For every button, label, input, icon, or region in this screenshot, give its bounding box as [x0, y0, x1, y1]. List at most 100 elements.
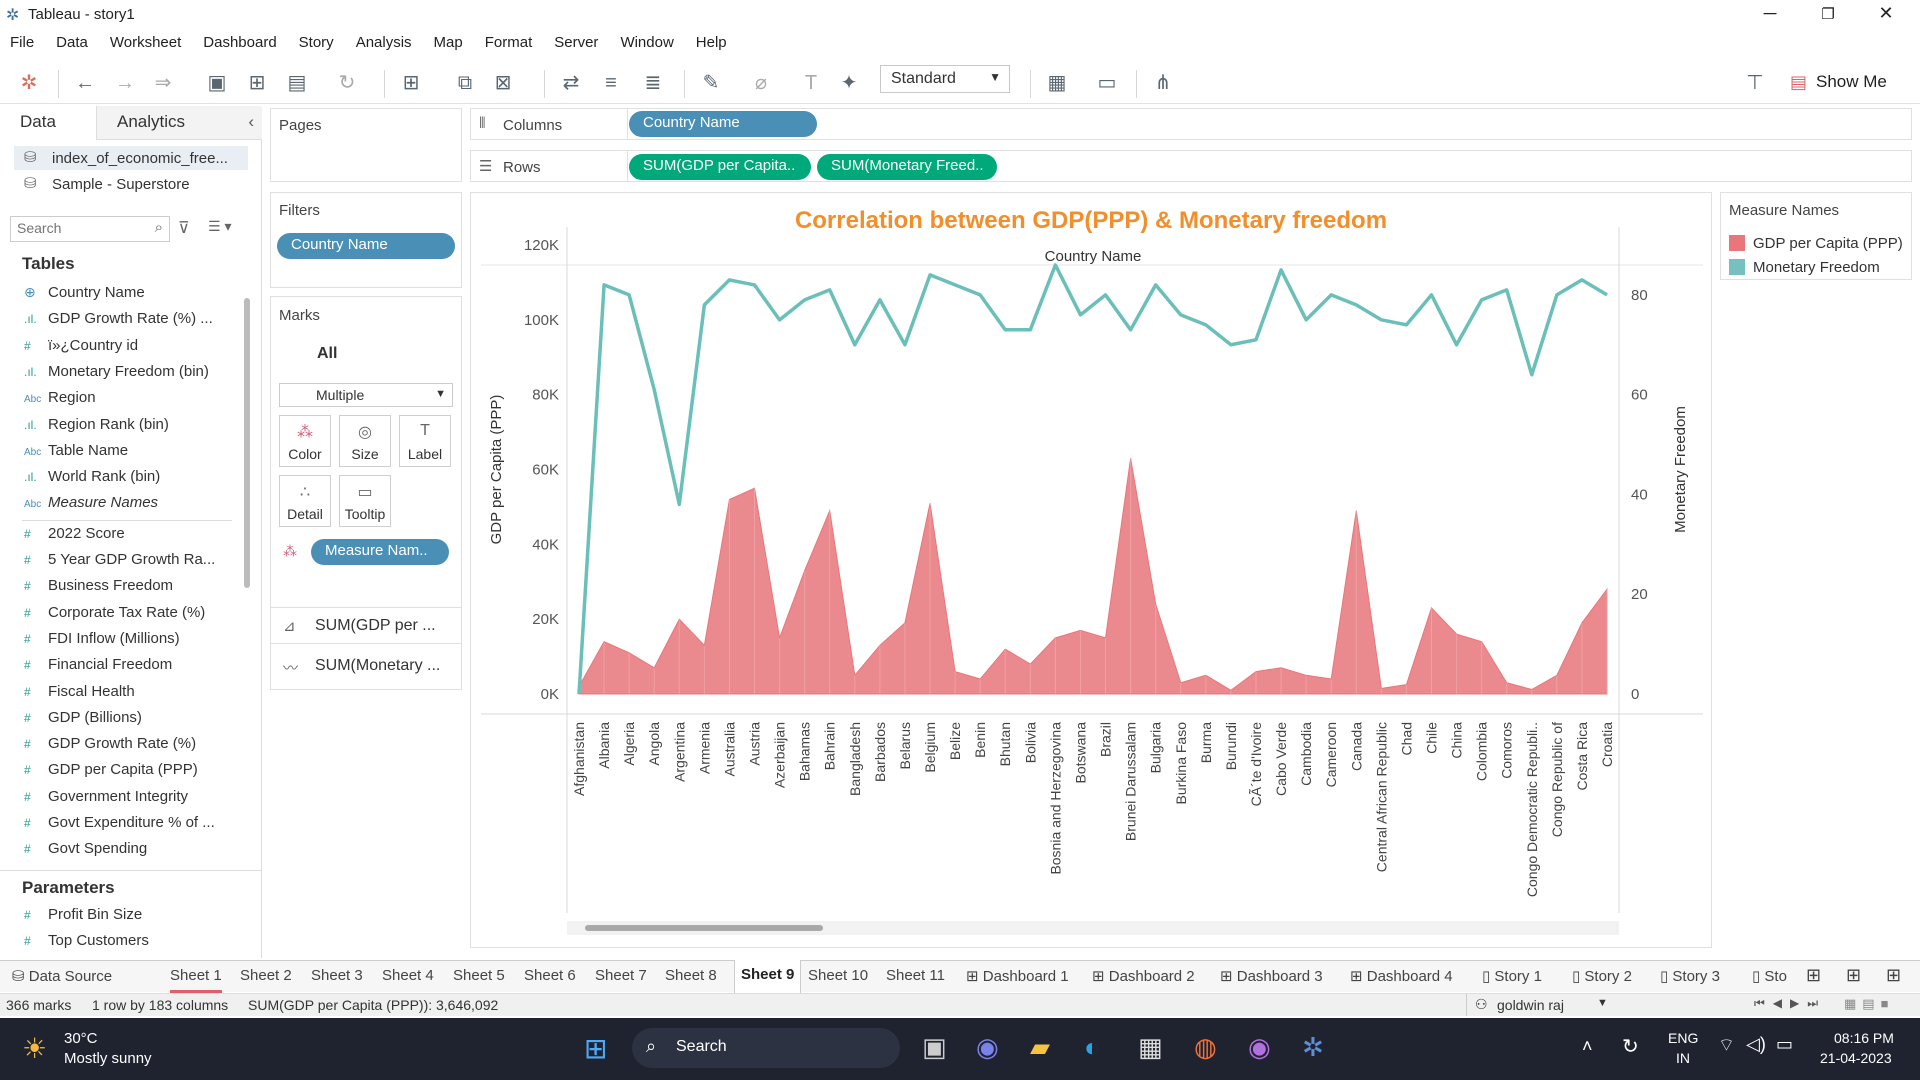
tab-analytics[interactable]: Analytics ‹ [96, 106, 262, 140]
field-item[interactable]: # GDP per Capita (PPP) [24, 761, 198, 778]
field-item[interactable]: # Fiscal Health [24, 683, 135, 700]
field-item[interactable]: # Business Freedom [24, 577, 173, 594]
share-icon[interactable]: ⋔ [1150, 70, 1176, 96]
search-input[interactable] [11, 217, 141, 239]
duplicate-sheet-icon[interactable]: ⧉ [452, 70, 478, 96]
tooltip-button[interactable]: ▭ Tooltip [339, 475, 391, 527]
color-button[interactable]: ⁂ Color [279, 415, 331, 467]
mark-type-dropdown[interactable]: Multiple ▼ [279, 383, 453, 407]
sheet-tab[interactable]: Sheet 6 [524, 961, 576, 993]
sheet-tab[interactable]: ⊞ Dashboard 3 [1220, 961, 1323, 993]
format-painter-icon[interactable]: ⊤ [1742, 70, 1768, 96]
clock-time[interactable]: 08:16 PM [1834, 1030, 1894, 1046]
close-icon[interactable]: ✕ [1866, 3, 1906, 24]
pages-card[interactable]: Pages [270, 108, 462, 182]
wifi-icon[interactable]: ⌔ [1718, 1034, 1735, 1057]
show-me-button[interactable]: Show Me [1816, 72, 1887, 92]
pin-axis-icon[interactable]: ✦ [836, 70, 862, 96]
collapse-icon[interactable]: ‹ [248, 112, 254, 132]
chevron-up-icon[interactable]: ˄ [1582, 1036, 1593, 1057]
show-labels-icon[interactable]: T [798, 70, 824, 96]
teams-icon[interactable]: ◉ [976, 1032, 999, 1063]
sheet-view-icon[interactable]: ▦▤■ [1844, 996, 1894, 1012]
sync-icon[interactable]: ↻ [1622, 1034, 1639, 1059]
weather-icon[interactable]: ☀ [22, 1032, 47, 1065]
new-story-icon[interactable]: ⊞ [1886, 959, 1901, 991]
marks-all-tab[interactable]: All [317, 345, 337, 363]
sheet-tab[interactable]: Sheet 11 [886, 961, 945, 993]
size-button[interactable]: ◎ Size [339, 415, 391, 467]
highlight-icon[interactable]: ✎ [698, 70, 724, 96]
field-item[interactable]: # GDP (Billions) [24, 709, 142, 726]
tableau-taskbar-icon[interactable]: ✲ [1302, 1032, 1324, 1063]
filter-pill-country-name[interactable]: Country Name [277, 233, 455, 259]
filter-icon[interactable]: ⊽ [178, 218, 190, 238]
field-item[interactable]: #2022 Score [24, 525, 125, 542]
field-item[interactable]: .ıl. GDP Growth Rate (%) ... [24, 310, 213, 327]
parameter-item[interactable]: # Profit Bin Size [24, 906, 142, 923]
sheet-tab-active[interactable]: Sheet 9 [734, 960, 802, 993]
minimize-icon[interactable]: ─ [1750, 3, 1790, 24]
rows-shelf[interactable]: ☰ Rows SUM(GDP per Capita.. SUM(Monetary… [470, 150, 1912, 182]
sheet-tab[interactable]: ▯ Sto [1752, 961, 1787, 993]
menu-item[interactable]: Story [299, 34, 334, 51]
new-data-source-icon[interactable]: ⊞ [244, 70, 270, 96]
sort-descending-icon[interactable]: ≣ [640, 70, 666, 96]
restore-icon[interactable]: ❐ [1808, 5, 1848, 23]
sheet-tab[interactable]: ⊞ Dashboard 4 [1350, 961, 1453, 993]
undo-icon[interactable]: ← [72, 70, 98, 96]
label-button[interactable]: T Label [399, 415, 451, 467]
field-item[interactable]: # Govt Spending [24, 840, 147, 857]
clear-sheet-icon[interactable]: ⊠ [490, 70, 516, 96]
rows-pill-monetary[interactable]: SUM(Monetary Freed.. [817, 154, 997, 180]
rows-pill-gdp[interactable]: SUM(GDP per Capita.. [629, 154, 811, 180]
file-explorer-icon[interactable]: ▰ [1030, 1032, 1050, 1063]
sheet-tab[interactable]: Sheet 3 [311, 961, 363, 993]
field-item[interactable]: ⊕ Country Name [24, 284, 145, 301]
sheet-tab[interactable]: ▯ Story 2 [1572, 961, 1632, 993]
field-item[interactable]: # Government Integrity [24, 788, 188, 805]
sheet-tab[interactable]: ▯ Story 3 [1660, 961, 1720, 993]
refresh-icon[interactable]: ↻ [334, 70, 360, 96]
field-item[interactable]: .ıl. Region Rank (bin) [24, 416, 169, 433]
menu-item[interactable]: File [10, 34, 34, 51]
field-item[interactable]: Abc Table Name [24, 442, 128, 459]
filters-card[interactable]: Filters Country Name [270, 192, 462, 288]
sheet-tab[interactable]: Sheet 10 [808, 961, 868, 993]
sheet-tab[interactable]: ⊞ Dashboard 1 [966, 961, 1069, 993]
sheet-tab[interactable]: ▯ Story 1 [1482, 961, 1542, 993]
field-item[interactable]: # ï»¿Country id [24, 337, 138, 354]
sheet-tab[interactable]: ⊞ Dashboard 2 [1092, 961, 1195, 993]
swap-rows-columns-icon[interactable]: ⇄ [558, 70, 584, 96]
tableau-home-icon[interactable]: ✲ [16, 70, 42, 96]
field-item[interactable]: # FDI Inflow (Millions) [24, 630, 180, 647]
color-pill-measure-names[interactable]: Measure Nam.. [311, 539, 449, 565]
menu-item[interactable]: Dashboard [203, 34, 276, 51]
legend-item[interactable]: GDP per Capita (PPP) [1729, 235, 1903, 252]
field-item[interactable]: .ıl. Monetary Freedom (bin) [24, 363, 209, 380]
menu-item[interactable]: Window [620, 34, 673, 51]
store-icon[interactable]: ▦ [1138, 1032, 1163, 1063]
user-menu[interactable]: ⚇ goldwin raj ▼ [1466, 994, 1608, 1016]
edge-icon[interactable]: ◐ [1084, 1032, 1100, 1063]
field-item[interactable]: # Corporate Tax Rate (%) [24, 604, 205, 621]
data-source-item[interactable]: ⛁ Sample - Superstore [14, 172, 248, 196]
show-cards-icon[interactable]: ▦ [1044, 70, 1070, 96]
sheet-tab[interactable]: Sheet 8 [665, 961, 717, 993]
windows-start-icon[interactable]: ⊞ [584, 1032, 607, 1065]
new-dashboard-icon[interactable]: ⊞ [1846, 959, 1861, 991]
sheet-tab[interactable]: Sheet 7 [595, 961, 647, 993]
menu-item[interactable]: Help [696, 34, 727, 51]
menu-item[interactable]: Server [554, 34, 598, 51]
new-worksheet-icon[interactable]: ⊞ [1806, 959, 1821, 991]
app-icon[interactable]: ◉ [1248, 1032, 1271, 1063]
sheet-tab[interactable]: Sheet 4 [382, 961, 434, 993]
menu-item[interactable]: Map [434, 34, 463, 51]
sheet-navigation-icon[interactable]: ⏮◀▶⏭ [1754, 996, 1826, 1011]
menu-item[interactable]: Data [56, 34, 88, 51]
fit-dropdown[interactable]: Standard ▼ [880, 65, 1010, 93]
field-item[interactable]: # GDP Growth Rate (%) [24, 735, 196, 752]
sort-ascending-icon[interactable]: ≡ [598, 70, 624, 96]
replay-icon[interactable]: ⇒ [150, 70, 176, 96]
volume-icon[interactable]: ◁) [1746, 1034, 1766, 1055]
